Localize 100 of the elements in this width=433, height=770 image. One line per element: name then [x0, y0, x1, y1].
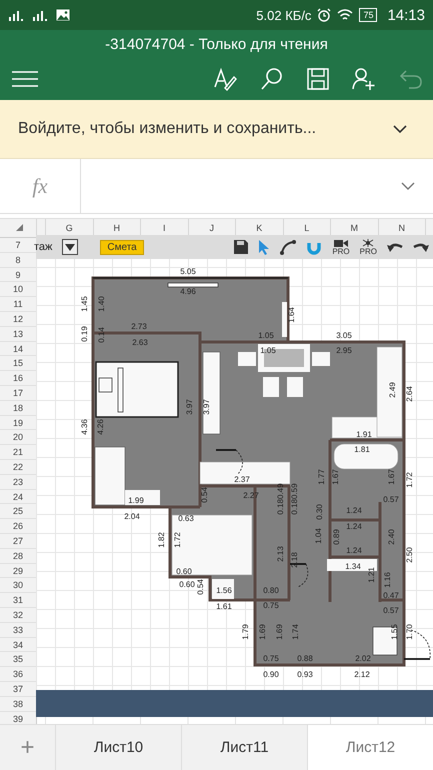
dimension-label: 4.96 [180, 287, 196, 296]
dimension-label: 1.04 [314, 528, 324, 544]
dimension-label: 1.61 [216, 602, 232, 612]
image-icon [56, 9, 70, 21]
alarm-icon [317, 8, 332, 22]
dimension-label: 0.14 [97, 327, 106, 343]
dimension-label: 0.30 [315, 504, 324, 520]
dimension-label: 1.81 [354, 445, 370, 454]
dimension-label: 1.72 [173, 532, 182, 548]
cursor-icon[interactable] [258, 239, 270, 255]
dimension-label: 1.24 [346, 522, 362, 532]
save-icon[interactable] [307, 68, 329, 90]
dimension-label: 0.60 [179, 580, 195, 590]
dimension-label: 1.45 [80, 296, 90, 312]
redo-icon[interactable] [413, 241, 429, 253]
pro-tool-button[interactable]: PRO [332, 238, 350, 256]
wifi-icon [337, 9, 354, 21]
dimension-label: 0.180.59 [290, 483, 300, 515]
dimension-label: 0.54 [200, 487, 210, 503]
dimension-label: 2.63 [132, 338, 148, 348]
dimension-label: 1.77 [317, 469, 326, 485]
pen-icon[interactable] [213, 67, 237, 91]
dimension-label: 1.67 [387, 469, 396, 485]
dimension-label: 1.69 [258, 624, 268, 640]
dimension-label: 0.180.49 [276, 483, 286, 515]
add-person-icon[interactable] [352, 67, 376, 91]
sign-in-message: Войдите, чтобы изменить и сохранить... [18, 120, 316, 138]
dimension-label: 0.89 [332, 529, 342, 545]
dimension-label: 1.56 [216, 586, 232, 596]
dimension-label: 0.63 [178, 514, 194, 524]
curve-icon[interactable] [280, 239, 296, 255]
dimension-label: 2.49 [388, 382, 398, 398]
undo-icon[interactable] [387, 241, 403, 253]
dimension-label: 1.40 [97, 296, 106, 312]
pro-label: PRO [332, 246, 350, 256]
dimension-label: 1.79 [241, 624, 250, 640]
dimension-label: 4.36 [80, 419, 90, 435]
sheet-tab[interactable]: Лист10 [55, 725, 181, 770]
dimension-label: 2.37 [234, 475, 250, 484]
window-title: -314074704 - Только для чтения [105, 36, 328, 52]
chevron-down-icon[interactable] [393, 124, 407, 134]
dimension-label: 1.05 [260, 346, 276, 356]
pro-tool-button[interactable]: PRO [360, 238, 377, 256]
dimension-label: 1.24 [346, 506, 362, 516]
dimension-label: 1.82 [157, 532, 166, 548]
dimension-label: 0.57 [383, 495, 399, 504]
dimension-label: 0.75 [263, 654, 279, 664]
floor-label: таж [34, 241, 52, 253]
network-speed: 5.02 КБ/с [256, 8, 312, 22]
dimension-label: 1.05 [258, 331, 274, 340]
dimension-label: 0.80 [263, 586, 279, 596]
clock: 14:13 [387, 6, 425, 24]
dimension-label: 2.64 [405, 386, 414, 402]
dimension-label: 2.02 [355, 654, 371, 664]
dimension-label: 1.91 [356, 430, 372, 440]
dimension-label: 2.12 [354, 670, 370, 680]
dimension-label: 3.05 [336, 331, 352, 340]
dimension-label: 1.72 [405, 472, 414, 488]
signal-icon [8, 9, 26, 21]
dimension-label: 0.47 [383, 591, 399, 600]
dimension-label: 1.16 [383, 572, 392, 588]
dimension-label: 0.93 [297, 670, 313, 680]
dimension-label: 0.60 [176, 567, 192, 576]
dimension-label: 1.55 [390, 624, 400, 640]
dimension-label: 3.97 [185, 399, 194, 415]
dimension-label: 2.40 [387, 529, 396, 545]
dimension-label: 1.21 [367, 567, 376, 583]
sheet-tab[interactable]: Лист12 [307, 725, 433, 770]
dimension-label: 0.88 [297, 654, 313, 664]
dimension-label: 2.73 [131, 322, 147, 332]
dimension-label: 0.19 [80, 326, 90, 342]
dimension-label: 1.69 [275, 624, 284, 640]
search-icon[interactable] [260, 67, 284, 91]
dimension-label: 0.57 [383, 606, 399, 616]
dimension-label: 2.13 [276, 546, 286, 562]
dimension-label: 2.27 [243, 491, 259, 500]
dimension-label: 0.75 [263, 601, 279, 610]
dimension-label: 1.74 [291, 624, 300, 640]
signal-icon [32, 9, 50, 21]
save-icon[interactable] [234, 240, 248, 254]
dropdown-icon[interactable] [62, 239, 78, 255]
dimension-label: 0.54 [196, 579, 206, 595]
dimension-label: 0.90 [263, 670, 279, 680]
dimension-label: 2.50 [405, 547, 414, 563]
dimension-label: 1.64 [287, 307, 296, 323]
camera-icon [334, 238, 348, 246]
dimension-label: 1.24 [346, 546, 362, 556]
dimension-label: 1.70 [405, 624, 414, 640]
menu-icon[interactable] [12, 71, 38, 87]
dimension-label: 1.99 [128, 496, 144, 506]
dimension-label: 4.26 [96, 419, 106, 435]
battery-level: 75 [359, 8, 378, 22]
dimension-label: 1.67 [331, 469, 340, 485]
estimate-button[interactable]: Смета [100, 240, 144, 254]
sun-icon [361, 238, 376, 246]
dimension-label: 5.05 [180, 267, 196, 276]
dimension-label: 3.97 [202, 399, 212, 415]
dimension-label: 1.34 [345, 562, 361, 572]
dimension-label: 2.04 [124, 512, 140, 522]
dimension-label: 2.95 [336, 346, 352, 356]
